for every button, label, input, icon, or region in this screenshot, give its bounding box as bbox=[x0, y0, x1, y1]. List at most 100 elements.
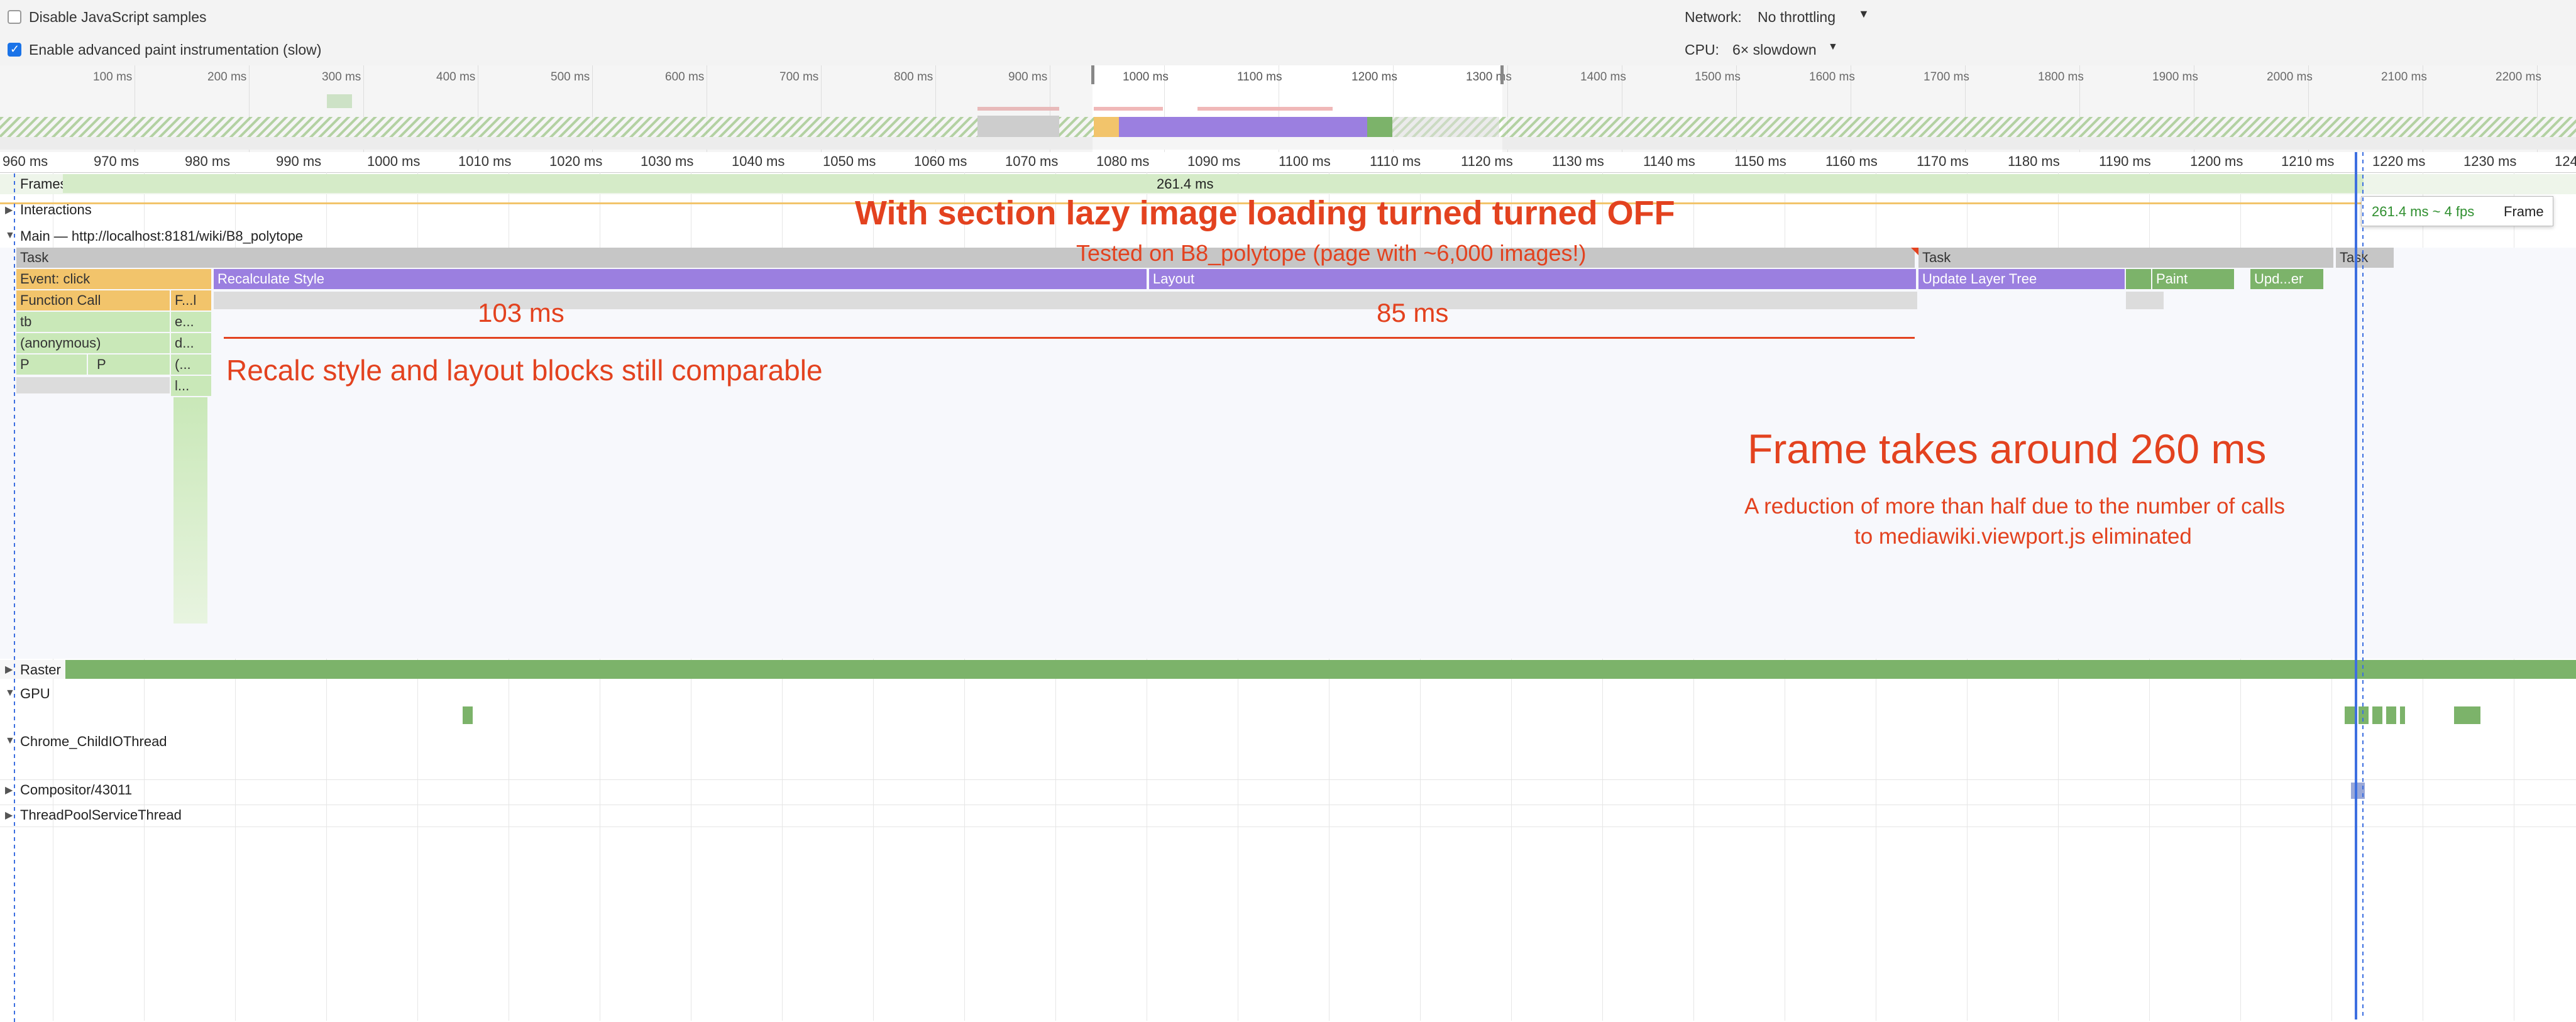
network-label: Network: bbox=[1685, 9, 1742, 25]
anonymous-block[interactable]: (anonymous) bbox=[16, 333, 170, 353]
reduction-annotation-line1: A reduction of more than half due to the… bbox=[1744, 494, 2285, 519]
subtitle-annotation: Tested on B8_polytope (page with ~6,000 … bbox=[1076, 240, 1587, 266]
task-block-main[interactable]: Task bbox=[16, 248, 1915, 268]
ruler-tick-label: 1060 ms bbox=[914, 153, 967, 169]
overview-unselected-right bbox=[1502, 65, 2576, 152]
ruler-tick-label: 1000 ms bbox=[367, 153, 421, 169]
ruler-tick-label: 1010 ms bbox=[458, 153, 512, 169]
measurement-line bbox=[224, 337, 1915, 339]
ruler-tick-label: 1050 ms bbox=[823, 153, 876, 169]
reduction-annotation-line2: to mediawiki.viewport.js eliminated bbox=[1854, 524, 2192, 549]
ruler-tick-label: 1230 ms bbox=[2463, 153, 2517, 169]
frames-track[interactable]: Frames 261.4 ms bbox=[0, 174, 2576, 194]
recalc-duration-annotation: 103 ms bbox=[478, 298, 564, 327]
ruler-tick-label: 1210 ms bbox=[2281, 153, 2335, 169]
gpu-event-cluster[interactable] bbox=[2345, 706, 2405, 724]
comparable-annotation: Recalc style and layout blocks still com… bbox=[226, 354, 823, 387]
ruler-tick-label: 1150 ms bbox=[1734, 153, 1786, 169]
layout-duration-annotation: 85 ms bbox=[1377, 298, 1449, 327]
p-block-1[interactable]: P bbox=[16, 354, 87, 375]
function-call-block[interactable]: Function Call bbox=[16, 290, 170, 310]
gpu-event-late[interactable] bbox=[2454, 706, 2480, 724]
function-call-short-block[interactable]: F...l bbox=[171, 290, 211, 310]
overview-right-handle[interactable] bbox=[1500, 65, 1504, 84]
timeline-overview[interactable]: 100 ms 200 ms 300 ms 400 ms 500 ms 600 ms 700 … bbox=[0, 65, 2576, 153]
long-task-marker bbox=[1911, 248, 1918, 255]
deep-call-stack bbox=[173, 397, 207, 624]
time-cursor-line bbox=[2355, 152, 2357, 1019]
overview-tick-label: 1100 ms bbox=[1237, 70, 1282, 84]
ruler-tick-label: 1170 ms bbox=[1917, 153, 1969, 169]
compositor-expand-icon[interactable]: ▶ bbox=[5, 784, 13, 796]
compositor-track[interactable]: ▶ Compositor/43011 bbox=[0, 779, 2576, 801]
p-block-2[interactable]: P bbox=[88, 354, 170, 375]
capture-settings-bar: Disable JavaScript samples Enable advanc… bbox=[0, 0, 2576, 66]
ruler-tick-label: 1160 ms bbox=[1825, 153, 1878, 169]
layout-block[interactable]: Layout bbox=[1149, 269, 1916, 289]
raster-expand-icon[interactable]: ▶ bbox=[5, 663, 13, 676]
threadpool-track[interactable]: ▶ ThreadPoolServiceThread bbox=[0, 805, 2576, 827]
tooltip-label: Frame bbox=[2504, 204, 2544, 219]
frame-end-dashed-line bbox=[2362, 152, 2364, 1019]
overview-unselected-left bbox=[0, 65, 1093, 152]
frame-tooltip: 261.4 ms ~ 4 fps Frame bbox=[2361, 196, 2553, 226]
event-click-block[interactable]: Event: click bbox=[16, 269, 211, 289]
paint-small-block[interactable] bbox=[2126, 269, 2151, 289]
cpu-chevron-icon[interactable]: ▼ bbox=[1828, 41, 1838, 53]
frame-time-annotation: Frame takes around 260 ms bbox=[1748, 426, 2267, 472]
ruler-tick-label: 1030 ms bbox=[641, 153, 694, 169]
title-annotation: With section lazy image loading turned t… bbox=[855, 194, 1675, 232]
ruler-tick-label: 1110 ms bbox=[1370, 153, 1421, 169]
ruler-tick-label: 1090 ms bbox=[1187, 153, 1241, 169]
tb-short-block[interactable]: e... bbox=[171, 312, 211, 332]
network-throttling-select[interactable]: No throttling bbox=[1758, 9, 1836, 26]
overview-tick-label: 1200 ms bbox=[1351, 70, 1397, 84]
advanced-paint-label: Enable advanced paint instrumentation (s… bbox=[29, 41, 322, 58]
ruler-tick-label: 1020 ms bbox=[549, 153, 603, 169]
ruler-tick-label: 1180 ms bbox=[2008, 153, 2060, 169]
ruler-tick-label: 980 ms bbox=[185, 153, 231, 169]
overview-tick-label: 1000 ms bbox=[1123, 70, 1169, 84]
raster-track[interactable]: ▶ Raster bbox=[0, 660, 2576, 679]
update-block-short[interactable]: Upd...er bbox=[2250, 269, 2323, 289]
ruler-tick-label: 1070 ms bbox=[1005, 153, 1059, 169]
ruler-tick-label: 990 ms bbox=[276, 153, 322, 169]
update-layer-tree-block[interactable]: Update Layer Tree bbox=[1918, 269, 2125, 289]
disable-js-samples-label: Disable JavaScript samples bbox=[29, 9, 207, 25]
interactions-expand-icon[interactable]: ▶ bbox=[5, 204, 13, 216]
l-short-block[interactable]: l... bbox=[171, 376, 211, 396]
gpu-track-label: GPU bbox=[20, 686, 50, 701]
deep-call-row bbox=[16, 377, 170, 393]
cpu-throttling-select[interactable]: 6× slowdown bbox=[1732, 41, 1817, 58]
network-chevron-icon[interactable]: ▼ bbox=[1858, 8, 1869, 21]
ruler-tick-label: 1040 ms bbox=[732, 153, 785, 169]
anonymous-short-block[interactable]: d... bbox=[171, 333, 211, 353]
ruler-tick-label: 1080 ms bbox=[1096, 153, 1150, 169]
ruler-tick-label: 1120 ms bbox=[1461, 153, 1513, 169]
task-block-second[interactable]: Task bbox=[1918, 248, 2333, 268]
paint-block[interactable]: Paint bbox=[2152, 269, 2234, 289]
overview-left-handle[interactable] bbox=[1091, 65, 1094, 84]
ruler-tick-label: 1200 ms bbox=[2190, 153, 2243, 169]
tooltip-fps: 261.4 ms ~ 4 fps bbox=[2372, 204, 2475, 219]
frame-start-dashed-line bbox=[14, 173, 15, 1022]
threadpool-track-label: ThreadPoolServiceThread bbox=[20, 807, 182, 823]
main-track-label: Main — http://localhost:8181/wiki/B8_pol… bbox=[20, 228, 304, 244]
time-ruler: 960 ms 970 ms 980 ms 990 ms 1000 ms 1010 ms 10… bbox=[0, 152, 2576, 185]
ruler-tick-label: 970 ms bbox=[94, 153, 140, 169]
disable-js-samples-checkbox[interactable] bbox=[8, 10, 21, 24]
tb-block[interactable]: tb bbox=[16, 312, 170, 332]
advanced-paint-checkbox[interactable] bbox=[8, 43, 21, 57]
ruler-tick-label: 960 ms bbox=[3, 153, 48, 169]
ruler-tick-label: 1140 ms bbox=[1643, 153, 1695, 169]
p-short-block[interactable]: (... bbox=[171, 354, 211, 375]
recalculate-style-block[interactable]: Recalculate Style bbox=[214, 269, 1147, 289]
gpu-event[interactable] bbox=[463, 706, 473, 724]
gpu-track[interactable]: ▼ GPU bbox=[0, 684, 2576, 728]
paint-child-row bbox=[2126, 292, 2164, 309]
threadpool-expand-icon[interactable]: ▶ bbox=[5, 809, 13, 821]
recalc-child-row bbox=[214, 292, 1917, 309]
frame-duration-label: 261.4 ms bbox=[1157, 176, 1214, 192]
childio-track[interactable]: ▼ Chrome_ChildIOThread bbox=[0, 732, 2576, 776]
task-block-third[interactable]: Task bbox=[2336, 248, 2394, 268]
